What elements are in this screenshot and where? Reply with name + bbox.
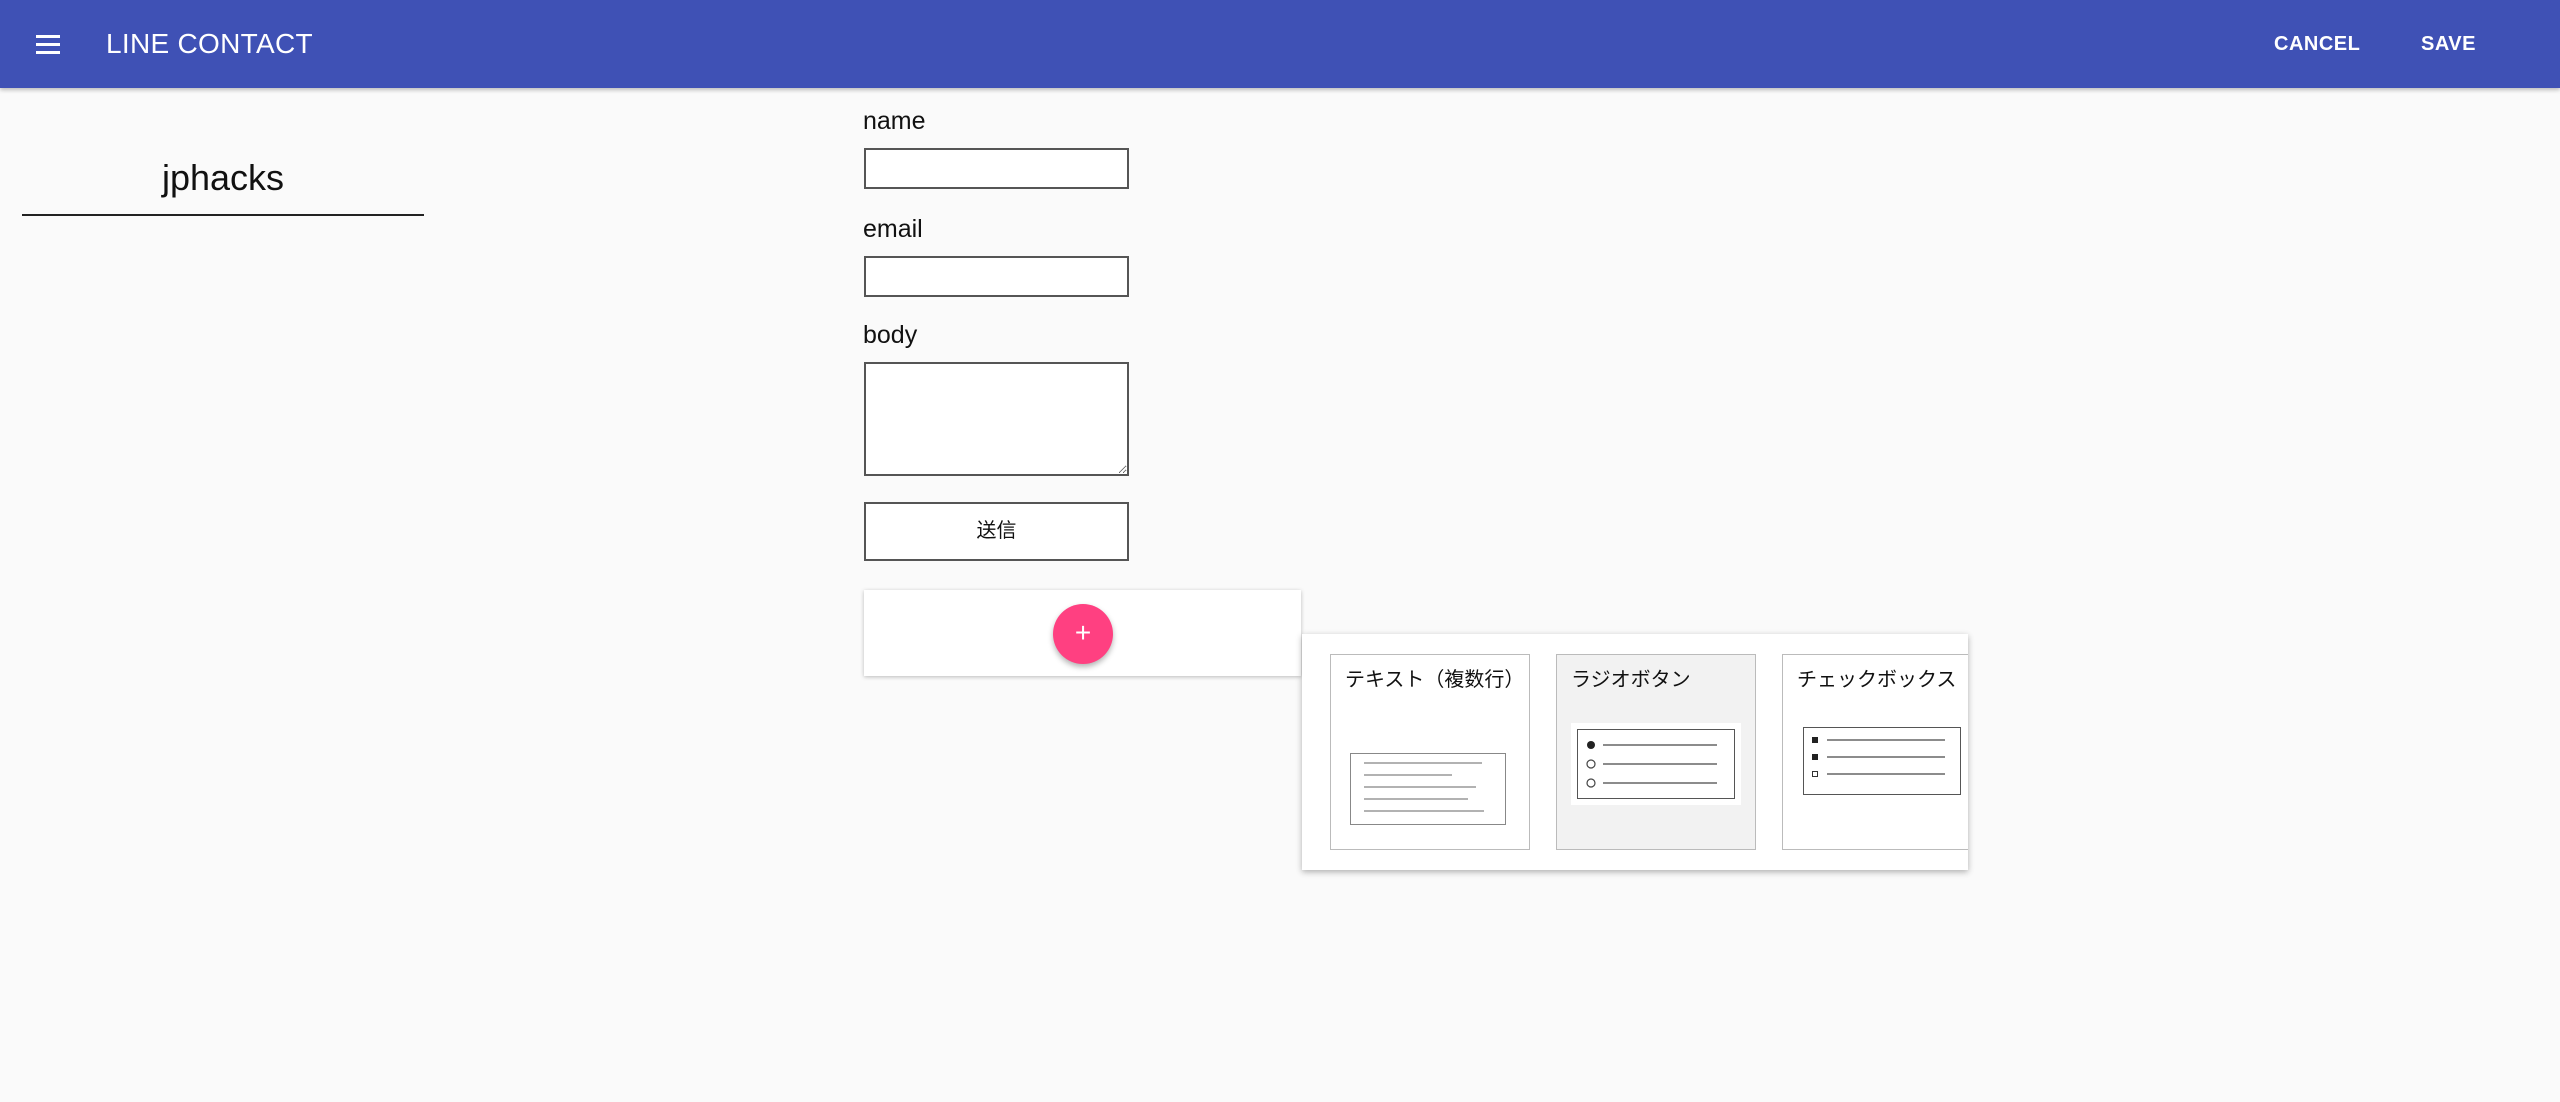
name-label: name [863,107,926,135]
body-textarea[interactable] [864,362,1129,476]
field-type-checkbox[interactable]: チェックボックス [1782,654,1968,850]
body-label: body [863,321,918,349]
field-type-label: ラジオボタン [1571,669,1691,691]
multiline-text-preview-icon [1350,753,1506,825]
add-field-button[interactable]: + [1053,604,1113,664]
cancel-button[interactable]: CANCEL [2274,26,2360,62]
field-type-label: チェックボックス [1797,669,1957,691]
submit-button[interactable]: 送信 [864,502,1129,561]
app-bar: LINE CONTACT CANCEL SAVE [0,0,2560,88]
app-title: LINE CONTACT [106,28,313,59]
field-type-multiline-text[interactable]: テキスト（複数行） [1330,654,1530,850]
name-input[interactable] [864,148,1129,189]
email-label: email [863,215,923,243]
field-type-menu: テキスト（複数行） ラジオボタン チェックボックス [1302,634,1968,870]
form-name-field[interactable]: jphacks [22,150,424,216]
field-type-label: テキスト（複数行） [1345,669,1525,691]
checkbox-preview-icon [1803,727,1961,795]
hamburger-menu-icon[interactable] [30,26,66,62]
email-input[interactable] [864,256,1129,297]
field-type-radio[interactable]: ラジオボタン [1556,654,1756,850]
save-button[interactable]: SAVE [2421,26,2476,62]
radio-button-preview-icon [1571,723,1741,805]
